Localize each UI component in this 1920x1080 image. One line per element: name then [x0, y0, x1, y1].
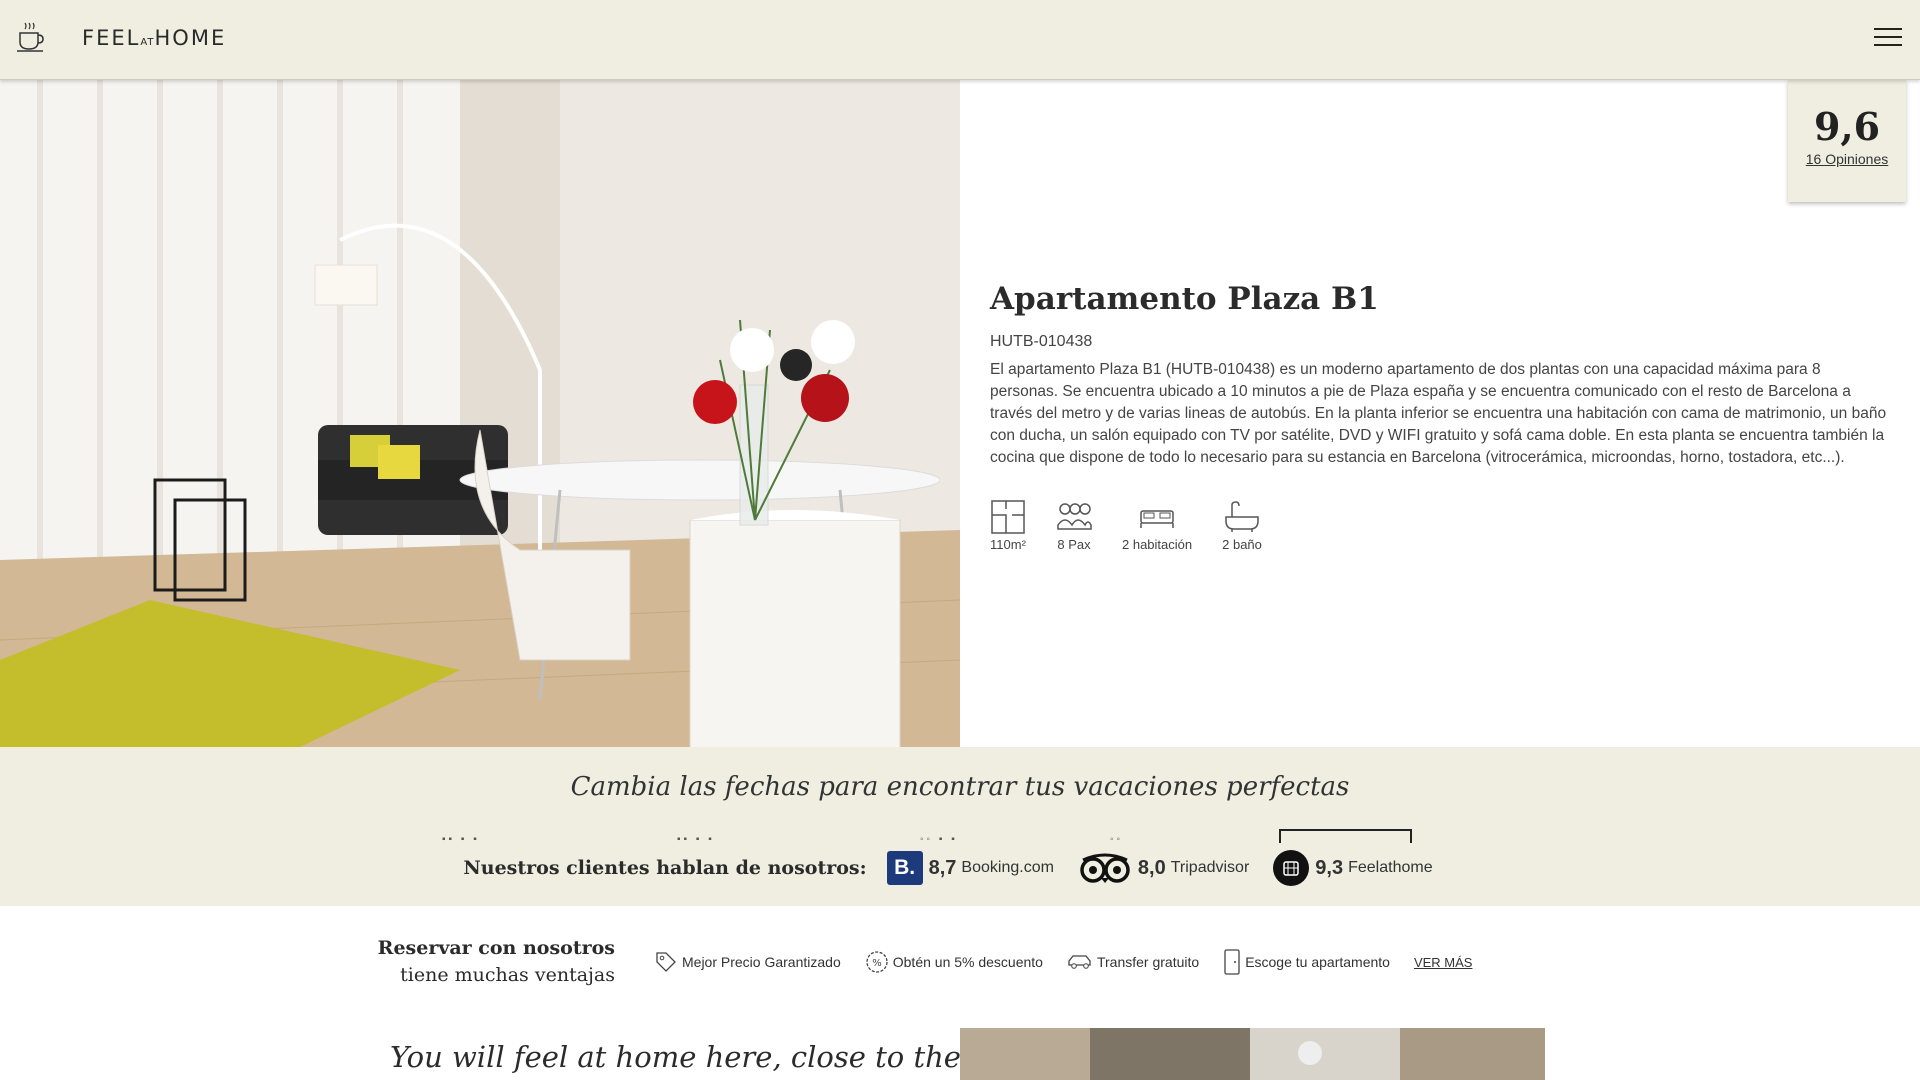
date-search-band: Cambia las fechas para encontrar tus vac…: [0, 747, 1920, 906]
advantage-choose: Escoge tu apartamento: [1223, 949, 1390, 975]
review-source-name: Tripadvisor: [1170, 859, 1250, 876]
feelathome-logo-icon: [1273, 850, 1310, 886]
advantage-label: Mejor Precio Garantizado: [682, 954, 841, 970]
calendar-icon: ▪▪ ▪ ▪: [677, 834, 715, 845]
review-source-name: Feelathome: [1348, 859, 1433, 876]
review-score: 8,7: [928, 856, 957, 879]
advantages-title-line1: Reservar con nosotros: [377, 937, 615, 959]
search-button[interactable]: [1279, 829, 1412, 843]
tripadvisor-owl-icon: [1080, 853, 1130, 883]
kitchen-photo: [960, 1028, 1545, 1080]
date-search-title: Cambia las fechas para encontrar tus vac…: [570, 772, 1350, 802]
advantage-discount: % Obtén un 5% descuento: [865, 950, 1043, 974]
review-source-name: Booking.com: [961, 859, 1054, 876]
reviews-bar: Nuestros clientes hablan de nosotros: B.…: [0, 850, 1920, 886]
car-icon: [1068, 955, 1091, 969]
apartment-title: Apartamento Plaza B1: [990, 281, 1379, 317]
feature-pax: 8 Pax: [1056, 499, 1092, 552]
reviews-label: Nuestros clientes hablan de nosotros:: [463, 857, 867, 879]
logo-word-at: AT: [140, 37, 155, 48]
rating-score: 9,6: [1813, 104, 1881, 149]
feature-rooms: 2 habitación: [1122, 499, 1192, 552]
feature-rooms-label: 2 habitación: [1122, 537, 1193, 552]
site-header: FEELATHOME: [0, 0, 1920, 80]
feature-bath: 2 baño: [1222, 499, 1262, 552]
advantage-label: Obtén un 5% descuento: [892, 954, 1043, 970]
advantages-list: Mejor Precio Garantizado % Obtén un 5% d…: [654, 949, 1472, 975]
guests-icon: ◦◦: [1110, 834, 1124, 845]
section-heading: You will feel at home here, close to the…: [390, 1040, 1024, 1074]
guests-icon: ◦◦ ▪ ▪: [920, 834, 958, 845]
phone-icon: [1224, 949, 1240, 975]
people-icon: [1057, 503, 1092, 530]
feature-bath-label: 2 baño: [1222, 537, 1262, 552]
advantage-label: Transfer gratuito: [1096, 954, 1200, 970]
bed-icon: [1140, 510, 1174, 528]
price-tag-icon: [656, 952, 676, 972]
calendar-icon: ▪▪ ▪ ▪: [442, 834, 480, 845]
booking-logo-icon: B.: [886, 851, 923, 885]
advantage-best-price: Mejor Precio Garantizado: [654, 950, 841, 974]
see-more-link[interactable]: VER MÁS: [1414, 955, 1473, 970]
svg-text:%: %: [872, 958, 882, 969]
advantages-title: Reservar con nosotros tiene muchas venta…: [300, 935, 615, 989]
review-feelathome[interactable]: 9,3 Feelathome: [1273, 850, 1433, 886]
advantage-transfer: Transfer gratuito: [1067, 952, 1199, 972]
advantage-label: Escoge tu apartamento: [1245, 954, 1390, 970]
feature-area-label: 110m²: [990, 537, 1026, 552]
hamburger-menu-icon[interactable]: [1874, 28, 1904, 50]
advantages-title-line2: tiene muchas ventajas: [400, 964, 615, 986]
review-score: 8,0: [1137, 856, 1166, 879]
review-tripadvisor[interactable]: 8,0 Tripadvisor: [1078, 852, 1249, 884]
apartment-description: El apartamento Plaza B1 (HUTB-010438) es…: [990, 361, 1887, 466]
feature-pax-label: 8 Pax: [1057, 537, 1091, 552]
opinions-link[interactable]: 16 Opiniones: [1806, 151, 1889, 167]
apartment-details: Apartamento Plaza B1 HUTB-010438 El apar…: [990, 275, 1890, 552]
logo-word-feel: FEEL: [82, 26, 141, 50]
floor-plan-icon: [991, 500, 1025, 534]
site-logo[interactable]: FEELATHOME: [82, 26, 226, 50]
review-booking[interactable]: B. 8,7 Booking.com: [886, 851, 1054, 885]
apartment-photo[interactable]: [0, 80, 960, 747]
coffee-cup-logo-icon[interactable]: [16, 20, 46, 54]
bathtub-icon: [1225, 501, 1259, 532]
rating-badge: 9,6 16 Opiniones: [1788, 80, 1906, 202]
review-score: 9,3: [1315, 856, 1344, 879]
logo-word-home: HOME: [154, 26, 227, 50]
apartment-code: HUTB-010438: [990, 333, 1093, 350]
feature-area: 110m²: [990, 499, 1026, 552]
percent-badge-icon: %: [866, 951, 888, 973]
feature-list: 110m² 8 Pax 2 habitación 2 baño: [990, 499, 1890, 552]
